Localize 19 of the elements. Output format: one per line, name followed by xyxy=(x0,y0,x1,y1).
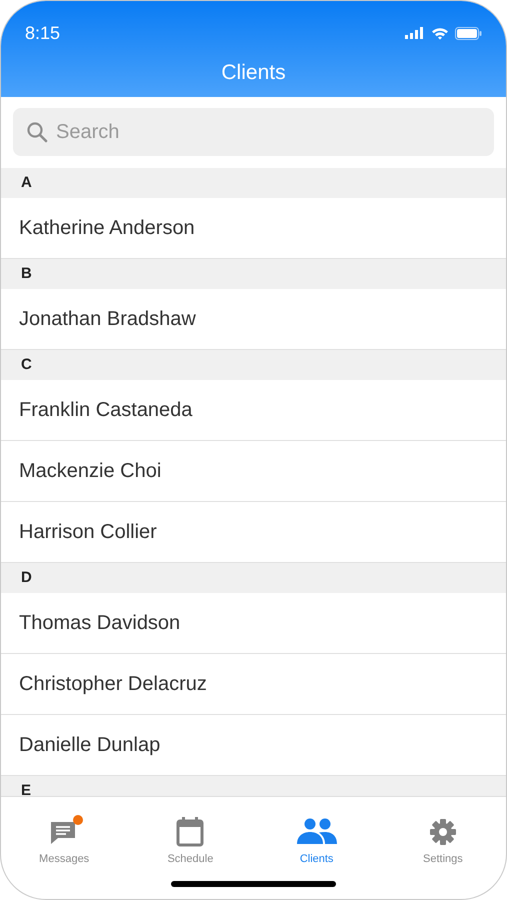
client-row[interactable]: Thomas Davidson xyxy=(1,593,506,654)
client-row[interactable]: Mackenzie Choi xyxy=(1,441,506,502)
calendar-icon xyxy=(176,817,204,847)
client-row[interactable]: Christopher Delacruz xyxy=(1,654,506,715)
section-header: E xyxy=(1,776,506,796)
tab[interactable]: Clients xyxy=(254,797,380,899)
battery-icon xyxy=(455,26,482,40)
status-time: 8:15 xyxy=(25,22,60,44)
signal-icon xyxy=(405,27,425,39)
wifi-icon xyxy=(431,26,449,40)
people-icon xyxy=(296,818,337,846)
section-header: D xyxy=(1,563,506,593)
section-header: B xyxy=(1,259,506,289)
client-row[interactable]: Franklin Castaneda xyxy=(1,380,506,441)
search-field[interactable]: Search xyxy=(13,108,494,156)
section-header: A xyxy=(1,168,506,198)
screen-title: Clients xyxy=(220,61,287,85)
section-header: C xyxy=(1,350,506,380)
gear-icon xyxy=(428,818,457,846)
